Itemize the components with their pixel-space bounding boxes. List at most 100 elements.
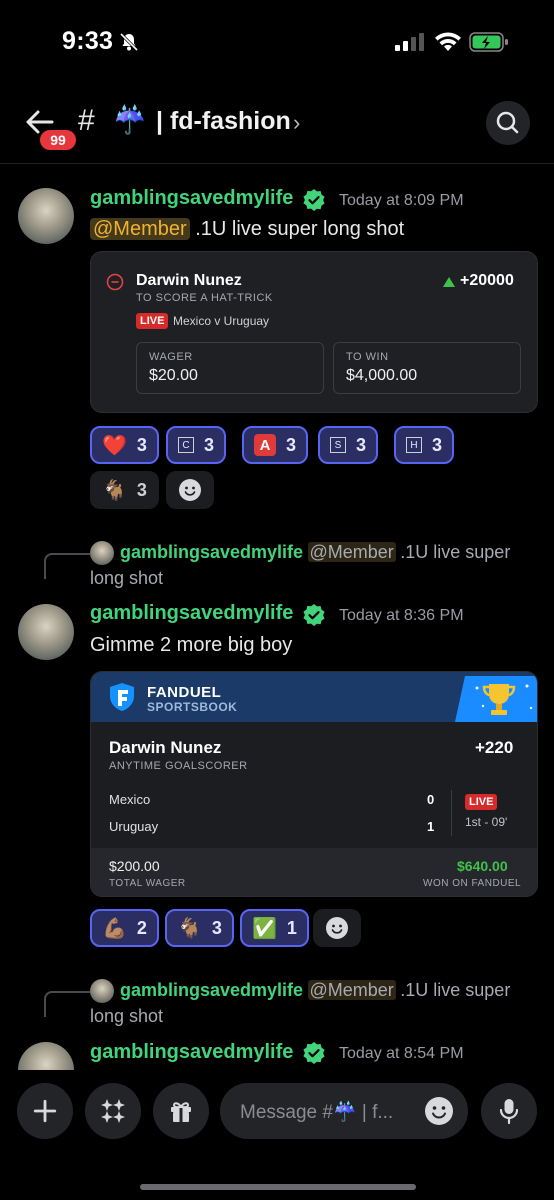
reply-text: .1U live super	[400, 542, 511, 562]
bet-match: Mexico v Uruguay	[173, 314, 270, 328]
wager-box: WAGER $20.00	[136, 342, 324, 394]
message-timestamp: Today at 8:09 PM	[339, 192, 464, 209]
reply-preview[interactable]: gamblingsavedmylife @Member .1U live sup…	[120, 980, 520, 1001]
smiley-icon	[326, 917, 348, 939]
reply-preview[interactable]: gamblingsavedmylife @Member .1U live sup…	[120, 542, 520, 563]
letter-c-icon: C	[178, 437, 194, 453]
chevron-right-icon[interactable]: ›	[293, 110, 300, 136]
heart-emoji: ❤️	[102, 434, 127, 457]
reaction-goat[interactable]: 🐐 3	[165, 909, 234, 947]
channel-hash-icon: #	[78, 104, 95, 137]
avatar[interactable]	[18, 604, 74, 660]
reply-username: gamblingsavedmylife	[120, 542, 304, 562]
reaction-count: 3	[204, 434, 215, 455]
bet-market: TO SCORE A HAT-TRICK	[136, 292, 273, 304]
username[interactable]: gamblingsavedmylife	[90, 602, 293, 625]
reaction-h[interactable]: H 3	[394, 426, 455, 464]
wifi-icon	[435, 32, 461, 51]
to-win-label: TO WIN	[346, 351, 389, 363]
letter-s-icon: S	[330, 437, 346, 453]
message-body: .1U live super long shot	[195, 218, 405, 240]
reaction-count: 2	[136, 917, 147, 938]
voice-message-button[interactable]	[481, 1083, 537, 1139]
microphone-icon	[499, 1099, 519, 1125]
total-wager-label: TOTAL WAGER	[109, 878, 186, 889]
live-tag: LIVE	[136, 313, 169, 329]
reply-avatar	[90, 541, 114, 565]
apps-sparkle-icon	[101, 1099, 125, 1123]
goat-emoji: 🐐	[177, 917, 202, 940]
reply-mention: @Member	[307, 980, 396, 1000]
wager-label: WAGER	[149, 351, 193, 363]
add-attachment-button[interactable]	[17, 1083, 73, 1139]
channel-name[interactable]: | fd-fashion	[156, 107, 291, 136]
home-indicator	[140, 1184, 416, 1190]
reaction-count: 1	[286, 917, 297, 938]
reaction-s[interactable]: S 3	[318, 426, 379, 464]
member-mention[interactable]: @Member	[90, 218, 190, 240]
game-clock: 1st - 09'	[465, 815, 508, 829]
avatar[interactable]	[18, 188, 74, 244]
fanduel-bet-card[interactable]: FANDUEL SPORTSBOOK Darwin Nunez ANYTIME …	[90, 671, 538, 897]
smiley-icon	[179, 479, 201, 501]
cellular-signal-icon	[395, 33, 424, 51]
trophy-icon	[455, 676, 537, 722]
odds-up-icon	[443, 277, 455, 287]
gift-button[interactable]	[153, 1083, 209, 1139]
team-name: Mexico	[109, 792, 151, 807]
verified-badge-icon	[303, 604, 325, 626]
team-score: 0	[427, 792, 435, 807]
fanduel-shield-icon	[110, 683, 134, 711]
fanduel-sub: SPORTSBOOK	[147, 700, 238, 714]
emoji-picker-icon[interactable]	[424, 1096, 454, 1126]
total-wager-value: $200.00	[109, 858, 160, 874]
search-button[interactable]	[486, 101, 530, 145]
reply-text: .1U live super	[400, 980, 511, 1000]
message-timestamp: Today at 8:54 PM	[339, 1045, 464, 1062]
add-reaction-button[interactable]	[313, 909, 361, 947]
fanduel-player: Darwin Nunez	[109, 738, 222, 757]
bell-muted-icon	[119, 32, 139, 52]
search-icon	[496, 111, 519, 134]
reaction-count: 3	[136, 434, 147, 455]
team-score: 1	[427, 819, 435, 834]
flexed-bicep-emoji: 💪🏽	[102, 917, 127, 940]
reaction-count: 3	[432, 434, 443, 455]
reply-text-cont: long shot	[90, 568, 164, 588]
reaction-c[interactable]: C 3	[166, 426, 227, 464]
bet-odds: +20000	[460, 272, 514, 289]
verified-badge-icon	[303, 189, 325, 211]
plus-icon	[33, 1099, 57, 1123]
add-reaction-button[interactable]	[166, 471, 214, 509]
live-tag: LIVE	[465, 794, 498, 810]
unread-badge: 99	[38, 128, 78, 152]
apps-button[interactable]	[85, 1083, 141, 1139]
reply-avatar	[90, 979, 114, 1003]
reaction-count: 3	[286, 434, 297, 455]
message-text: @Member .1U live super long shot	[90, 218, 404, 241]
reply-text-cont: long shot	[90, 1006, 164, 1026]
username[interactable]: gamblingsavedmylife	[90, 187, 293, 210]
reaction-check[interactable]: ✅ 1	[240, 909, 309, 947]
score-divider	[451, 790, 452, 836]
reaction-a[interactable]: A 3	[242, 426, 309, 464]
to-win-value: $4,000.00	[346, 367, 418, 384]
header-divider	[0, 163, 554, 164]
fanduel-brand: FANDUEL	[147, 684, 222, 701]
status-time: 9:33	[62, 27, 114, 55]
message-text: Gimme 2 more big boy	[90, 634, 293, 656]
message-timestamp: Today at 8:36 PM	[339, 607, 464, 624]
reply-connector	[44, 553, 90, 579]
reply-username: gamblingsavedmylife	[120, 980, 304, 1000]
letter-h-icon: H	[406, 437, 422, 453]
fanduel-market: ANYTIME GOALSCORER	[109, 760, 248, 772]
reaction-count: 3	[356, 434, 367, 455]
reaction-flex[interactable]: 💪🏽 2	[90, 909, 159, 947]
reaction-heart[interactable]: ❤️ 3	[90, 426, 159, 464]
reaction-goat[interactable]: 🐐 3	[90, 471, 159, 509]
username[interactable]: gamblingsavedmylife	[90, 1041, 293, 1064]
fanduel-odds: +220	[475, 738, 514, 757]
wager-value: $20.00	[149, 367, 198, 384]
verified-badge-icon	[303, 1042, 325, 1064]
won-label: WON ON FANDUEL	[423, 878, 522, 889]
